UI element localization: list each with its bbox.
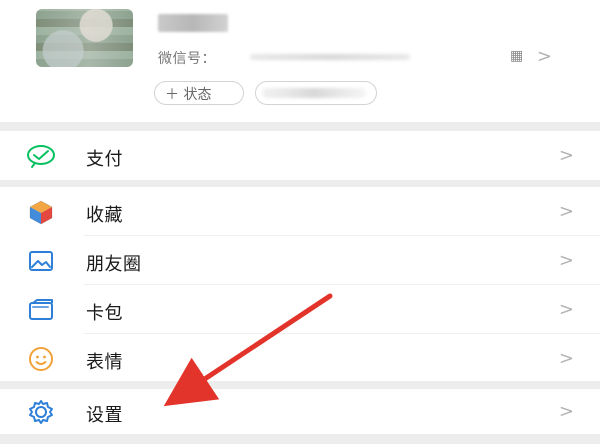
menu-item-label: 朋友圈 xyxy=(86,254,142,275)
menu-item-cards[interactable]: 卡包 > xyxy=(0,285,600,334)
profile-header[interactable]: 微信号： ▦ > ＋ 状态 xyxy=(0,0,600,122)
menu-item-label: 卡包 xyxy=(86,303,123,324)
chevron-right-icon: > xyxy=(558,299,574,320)
profile-chevron-right-icon: > xyxy=(536,46,552,67)
gear-icon xyxy=(29,400,53,424)
chevron-right-icon: > xyxy=(558,145,574,166)
chevron-right-icon: > xyxy=(558,401,574,422)
menu-item-label: 支付 xyxy=(86,149,123,170)
cube-icon xyxy=(29,200,53,225)
menu-item-label: 设置 xyxy=(86,405,123,426)
menu-item-settings[interactable]: 设置 > xyxy=(0,389,600,434)
qr-code-icon[interactable]: ▦ xyxy=(510,48,528,64)
card-icon xyxy=(29,299,53,320)
chevron-right-icon: > xyxy=(558,348,574,369)
wechat-id-row[interactable]: 微信号： ▦ > xyxy=(158,46,578,68)
status-button[interactable]: ＋ 状态 xyxy=(154,81,244,105)
smile-icon xyxy=(29,347,53,371)
blurred-status-content xyxy=(262,88,366,98)
blurred-nickname xyxy=(158,14,228,32)
blurred-wechat-id xyxy=(250,54,410,60)
section-separator xyxy=(0,180,600,187)
wallet-icon xyxy=(27,145,55,168)
menu-item-moments[interactable]: 朋友圈 > xyxy=(0,236,600,285)
menu-item-label: 收藏 xyxy=(86,205,123,226)
menu-section-pay: 支付 > xyxy=(0,131,600,180)
section-separator xyxy=(0,381,600,389)
menu-item-label: 表情 xyxy=(86,352,123,373)
chevron-right-icon: > xyxy=(558,250,574,271)
menu-item-favorites[interactable]: 收藏 > xyxy=(0,187,600,236)
wechat-id-label: 微信号： xyxy=(158,51,216,67)
menu-section-settings: 设置 > xyxy=(0,389,600,434)
section-separator xyxy=(0,122,600,131)
menu-item-pay[interactable]: 支付 > xyxy=(0,131,600,180)
friends-status-pill[interactable] xyxy=(255,81,377,105)
avatar[interactable] xyxy=(36,9,133,67)
bottom-spacer xyxy=(0,434,600,444)
image-icon xyxy=(29,251,53,271)
menu-item-stickers[interactable]: 表情 > xyxy=(0,334,600,383)
chevron-right-icon: > xyxy=(558,201,574,222)
menu-section-main: 收藏 > 朋友圈 > 卡包 > 表情 > xyxy=(0,187,600,381)
status-button-label: ＋ 状态 xyxy=(165,87,212,103)
